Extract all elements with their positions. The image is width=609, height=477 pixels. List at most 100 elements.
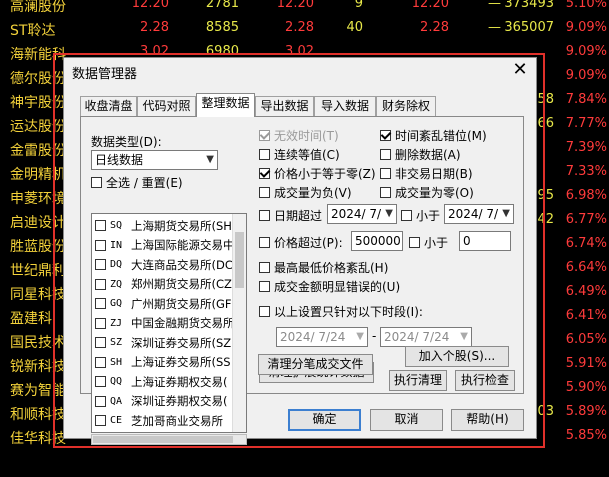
stock-name: 世纪鼎利 xyxy=(10,263,66,279)
exchange-name: 上海国际能源交易中 xyxy=(131,238,235,252)
list-item[interactable]: QA 深圳证券期权交易( xyxy=(95,392,228,411)
tab-import-data[interactable]: 导入数据 xyxy=(314,96,376,116)
stock-change-pct: 6.64% xyxy=(565,260,607,275)
date-exceed-value: 2024/ 7/ xyxy=(331,207,382,221)
price-less-input[interactable]: 0 xyxy=(459,231,511,251)
date-less-value: 2024/ 7/ xyxy=(448,207,499,221)
delete-data-checkbox[interactable]: 删除数据(A) xyxy=(380,146,461,163)
amount-error-checkbox[interactable]: 成交金额明显错误的(U) xyxy=(259,278,400,295)
exchange-name: 上海期货交易所(SH xyxy=(131,218,232,233)
list-item[interactable]: GQ 广州期货交易所(GF xyxy=(95,294,232,313)
tab-export-data[interactable]: 导出数据 xyxy=(255,96,314,116)
stock-last-price: 12.20 xyxy=(276,0,314,11)
exchange-name: 大连商品交易所(DC xyxy=(131,257,233,272)
stock-name: 申菱环境 xyxy=(10,191,66,207)
add-stock-button[interactable]: 加入个股(S)... xyxy=(405,346,509,367)
stock-name: 佳华科技 xyxy=(10,431,66,447)
checkbox-box xyxy=(259,187,270,198)
stock-last-price: 2.28 xyxy=(285,20,314,35)
listbox-vertical-scrollbar[interactable] xyxy=(232,214,246,432)
list-item[interactable]: ZJ 中国金融期货交易所 xyxy=(95,314,235,333)
volume-negative-checkbox[interactable]: 成交量为负(V) xyxy=(259,184,352,201)
stock-name: 和顺科技 xyxy=(10,407,66,423)
listbox-horizontal-scrollbar[interactable] xyxy=(91,434,247,445)
date-exceed-checkbox[interactable]: 日期超过 xyxy=(259,207,322,224)
list-item[interactable]: CE 芝加哥商业交易所 xyxy=(95,411,223,430)
price-le-zero-checkbox[interactable]: 价格小于等于零(Z) xyxy=(259,165,376,182)
scrollbar-thumb[interactable] xyxy=(93,436,233,443)
tab-code-mapping[interactable]: 代码对照 xyxy=(137,96,196,116)
checkbox-box xyxy=(91,177,102,188)
cancel-button[interactable]: 取消 xyxy=(370,409,443,431)
exchange-name: 深圳证券期权交易( xyxy=(131,394,228,408)
stock-name: 赛为智能 xyxy=(10,383,66,399)
checkbox-box xyxy=(259,237,270,248)
high-low-disorder-checkbox[interactable]: 最高最低价格紊乱(H) xyxy=(259,259,388,276)
exchange-code: SH xyxy=(110,356,123,368)
price-exceed-input[interactable]: 500000 xyxy=(351,231,403,251)
stock-name: 国民技术 xyxy=(10,335,66,351)
continuous-equal-checkbox[interactable]: 连续等值(C) xyxy=(259,146,340,163)
checkbox-box xyxy=(95,356,106,368)
date-exceed-picker[interactable]: 2024/ 7/ ▼ xyxy=(327,204,397,224)
table-row[interactable]: ST聆达 2.28 8585 2.28 40 2.28 365007 9.09% — xyxy=(0,18,609,42)
volume-negative-label: 成交量为负(V) xyxy=(274,186,352,200)
scrollbar-thumb[interactable] xyxy=(235,232,244,288)
list-item[interactable]: ZQ 郑州期货交易所(CZ xyxy=(95,275,232,294)
non-trading-day-checkbox[interactable]: 非交易日期(B) xyxy=(380,165,473,182)
exchange-code: CE xyxy=(110,415,123,426)
period-start-picker[interactable]: 2024/ 7/24 ▼ xyxy=(276,327,368,347)
clear-tick-file-button[interactable]: 清理分笔成交文件 xyxy=(258,354,373,375)
time-disorder-checkbox[interactable]: 时间紊乱错位(M) xyxy=(380,127,487,144)
select-all-checkbox[interactable]: 全选 / 重置(E) xyxy=(91,174,183,191)
volume-zero-checkbox[interactable]: 成交量为零(O) xyxy=(380,184,474,201)
stock-change-pct: 7.77% xyxy=(565,116,607,131)
table-row[interactable]: 高澜股份 12.20 2781 12.20 9 12.20 373493 5.10% — xyxy=(0,0,609,18)
tab-organize-data[interactable]: 整理数据 xyxy=(196,93,255,117)
delete-data-label: 删除数据(A) xyxy=(395,148,461,162)
stock-change-pct: 9.09% xyxy=(565,68,607,83)
stock-price: 2.28 xyxy=(140,20,169,35)
price-less-checkbox[interactable]: 小于 xyxy=(409,234,448,251)
period-only-label: 以上设置只针对以下时段(I): xyxy=(274,305,423,319)
tab-close-clear[interactable]: 收盘清盘 xyxy=(80,96,137,116)
checkbox-box xyxy=(95,376,106,387)
price-le-zero-label: 价格小于等于零(Z) xyxy=(274,167,376,181)
run-clean-button[interactable]: 执行清理 xyxy=(389,370,447,391)
help-button[interactable]: 帮助(H) xyxy=(451,409,524,431)
stock-price: 12.20 xyxy=(131,0,169,11)
stock-dash: — xyxy=(488,0,501,11)
stock-trade-count: 9 xyxy=(354,0,363,11)
list-item[interactable]: DQ 大连商品交易所(DC xyxy=(95,255,233,274)
exchange-name: 芝加哥商业交易所 xyxy=(131,413,223,428)
close-icon[interactable]: ✕ xyxy=(510,60,530,80)
exchange-code: QA xyxy=(110,395,123,407)
exchange-code: ZQ xyxy=(110,278,123,290)
checkbox-box xyxy=(95,239,106,251)
list-item[interactable]: SH 上海证券交易所(SS xyxy=(95,353,231,372)
stock-change-pct: 5.90% xyxy=(565,380,607,395)
data-type-select[interactable]: 日线数据 ▼ xyxy=(91,150,218,170)
exchange-code: DQ xyxy=(110,259,123,270)
list-item[interactable]: QQ 上海证券期权交易( xyxy=(95,372,228,391)
list-item[interactable]: SZ 深圳证券交易所(SZ xyxy=(95,333,231,352)
run-check-button[interactable]: 执行检查 xyxy=(455,370,515,391)
checkbox-box xyxy=(259,168,270,179)
date-less-picker[interactable]: 2024/ 7/ ▼ xyxy=(444,204,514,224)
data-type-label: 数据类型(D): xyxy=(91,135,162,149)
stock-amount: 365007 xyxy=(504,20,554,35)
invalid-time-checkbox[interactable]: 无效时间(T) xyxy=(259,127,339,144)
tab-financial-adjust[interactable]: 财务除权 xyxy=(376,96,436,116)
date-less-checkbox[interactable]: 小于 xyxy=(401,207,440,224)
dialog-titlebar[interactable]: 数据管理器 ✕ xyxy=(64,58,536,84)
period-only-checkbox[interactable]: 以上设置只针对以下时段(I): xyxy=(259,303,423,320)
period-end-picker[interactable]: 2024/ 7/24 ▼ xyxy=(380,327,472,347)
invalid-time-label: 无效时间(T) xyxy=(274,129,339,143)
price-exceed-checkbox[interactable]: 价格超过(P): xyxy=(259,234,343,251)
ok-button[interactable]: 确定 xyxy=(288,409,361,431)
list-item[interactable]: SQ 上海期货交易所(SH xyxy=(95,216,232,235)
data-type-value: 日线数据 xyxy=(95,153,144,167)
exchange-listbox[interactable]: CE 芝加哥商业交易所 QA 深圳证券期权交易( QQ 上海证券期权交易(SH 上海证券交易… xyxy=(91,213,247,433)
exchange-name: 深圳证券交易所(SZ xyxy=(131,335,232,350)
list-item[interactable]: IN 上海国际能源交易中 xyxy=(95,236,235,255)
